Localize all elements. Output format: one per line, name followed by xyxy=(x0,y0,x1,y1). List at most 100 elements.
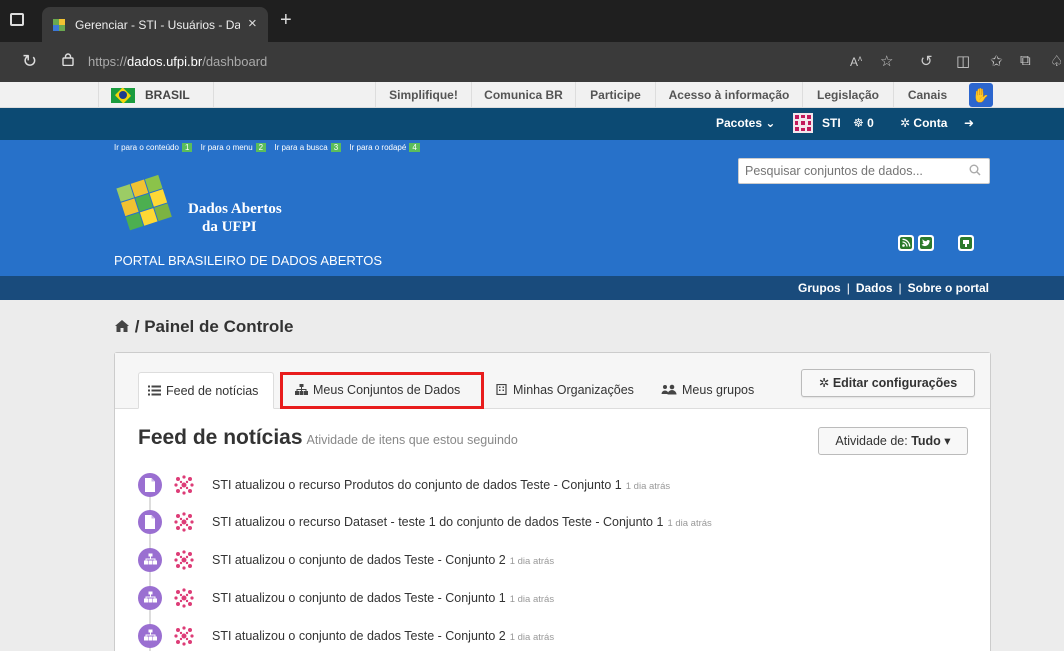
gear-icon: ✲ xyxy=(818,376,830,390)
nav-separator: | xyxy=(898,281,902,295)
feed-item-bubble xyxy=(138,548,162,572)
gov-link-canais[interactable]: Canais xyxy=(893,82,961,108)
nav-separator: | xyxy=(846,281,850,295)
followers-count-value: 0 xyxy=(867,116,874,130)
feed-heading-title: Feed de notícias xyxy=(138,426,303,449)
edit-settings-button[interactable]: ✲ Editar configurações xyxy=(801,369,975,397)
address-bar: ↻ https://dados.ufpi.br/dashboard Aᴧ ☆ ↺… xyxy=(0,42,1064,82)
activity-filter-dropdown[interactable]: Atividade de: Tudo ▾ xyxy=(818,427,968,455)
accessibility-icon[interactable]: ✋ xyxy=(969,83,993,107)
logout-icon[interactable]: ➜ xyxy=(964,116,974,130)
feed-item-text[interactable]: STI atualizou o recurso Dataset - teste … xyxy=(212,515,712,529)
gov-link-participe[interactable]: Participe xyxy=(575,82,655,108)
gov-brasil-label: BRASIL xyxy=(145,88,190,102)
home-icon[interactable] xyxy=(114,319,130,333)
feed-item-bubble xyxy=(138,510,162,534)
search-box xyxy=(738,158,990,184)
skip-link-conteudo[interactable]: Ir para o conteúdo 1 xyxy=(114,143,198,152)
window-menu-icon[interactable] xyxy=(10,13,24,26)
feed-item-text[interactable]: STI atualizou o recurso Produtos do conj… xyxy=(212,478,670,492)
user-avatar[interactable] xyxy=(173,474,195,496)
gov-link-comunica-br[interactable]: Comunica BR xyxy=(471,82,575,108)
followers-count[interactable]: ☸ 0 xyxy=(853,116,874,130)
feed-item-message: STI atualizou o recurso Dataset - teste … xyxy=(212,515,664,529)
new-tab-button[interactable]: + xyxy=(280,9,292,32)
caret-down-icon: ▾ xyxy=(944,434,951,448)
feed-item-message: STI atualizou o recurso Produtos do conj… xyxy=(212,478,622,492)
favorites-icon[interactable]: ✩ xyxy=(990,52,1003,70)
sitemap-icon xyxy=(144,591,157,603)
github-icon[interactable] xyxy=(958,235,974,251)
skip-link-menu-key: 2 xyxy=(255,143,267,152)
logo-text[interactable]: Dados Abertos da UFPI xyxy=(188,200,282,236)
dados-abertos-logo[interactable] xyxy=(112,168,180,236)
sitemap-icon xyxy=(144,553,157,565)
tab-title: Gerenciar - STI - Usuários - Dados xyxy=(75,18,240,32)
feed-item-message: STI atualizou o conjunto de dados Teste … xyxy=(212,591,506,605)
rss-icon[interactable] xyxy=(898,235,914,251)
tab-meus-grupos-label: Meus grupos xyxy=(682,383,755,397)
chevron-down-icon: ⌄ xyxy=(765,116,776,130)
dashboard-tabs-header: Feed de notícias Meus Conjuntos de Dados… xyxy=(115,353,990,409)
search-icon[interactable] xyxy=(969,164,981,176)
site-header: Ir para o conteúdo 1 Ir para o menu 2 Ir p… xyxy=(0,140,1064,276)
feed-item-text[interactable]: STI atualizou o conjunto de dados Teste … xyxy=(212,629,554,643)
url-host: dados.ufpi.br xyxy=(127,54,203,69)
tab-meus-conjuntos[interactable]: Meus Conjuntos de Dados xyxy=(295,372,460,409)
tab-feed-noticias[interactable]: Feed de notícias xyxy=(138,372,274,409)
reload-icon[interactable]: ↻ xyxy=(22,51,37,72)
skip-link-menu-label: Ir para o menu xyxy=(200,143,253,152)
feed-item-text[interactable]: STI atualizou o conjunto de dados Teste … xyxy=(212,553,554,567)
skip-link-rodape[interactable]: Ir para o rodapé 4 xyxy=(349,143,425,152)
refresh-extension-icon[interactable]: ↺ xyxy=(920,52,933,70)
activity-filter-value: Tudo xyxy=(911,434,941,448)
activity-filter-label: Atividade de: xyxy=(835,434,908,448)
url-path: /dashboard xyxy=(202,54,268,69)
gear-icon: ✲ xyxy=(900,116,911,130)
search-input[interactable] xyxy=(739,159,963,183)
split-screen-icon[interactable]: ◫ xyxy=(956,52,970,70)
twitter-icon[interactable] xyxy=(918,235,934,251)
file-icon xyxy=(145,478,155,492)
lock-icon[interactable] xyxy=(62,53,74,66)
nav-link-dados[interactable]: Dados xyxy=(856,281,893,295)
tab-meus-grupos[interactable]: Meus grupos xyxy=(661,372,754,409)
collections-icon[interactable]: ⧉ xyxy=(1020,52,1031,69)
feed-item-bubble xyxy=(138,586,162,610)
user-avatar[interactable] xyxy=(793,113,813,133)
breadcrumb-separator: / xyxy=(134,317,140,336)
skip-link-busca-label: Ir para a busca xyxy=(274,143,328,152)
user-avatar[interactable] xyxy=(173,625,195,647)
user-avatar[interactable] xyxy=(173,587,195,609)
pacotes-menu[interactable]: Pacotes ⌄ xyxy=(716,116,775,130)
gov-link-legislacao[interactable]: Legislação xyxy=(802,82,893,108)
tab-minhas-organizacoes[interactable]: Minhas Organizações xyxy=(495,372,634,409)
skip-link-rodape-key: 4 xyxy=(409,143,420,152)
user-avatar[interactable] xyxy=(173,549,195,571)
account-username[interactable]: STI xyxy=(822,116,841,130)
gov-brasil-link[interactable]: BRASIL xyxy=(98,82,214,108)
tab-meus-conjuntos-label: Meus Conjuntos de Dados xyxy=(313,383,461,397)
user-avatar[interactable] xyxy=(173,511,195,533)
tab-close-icon[interactable]: × xyxy=(248,15,257,32)
extensions-icon[interactable]: ♤ xyxy=(1050,52,1063,70)
skip-link-busca[interactable]: Ir para a busca 3 xyxy=(274,143,347,152)
skip-link-menu[interactable]: Ir para o menu 2 xyxy=(201,143,272,152)
browser-tab[interactable]: Gerenciar - STI - Usuários - Dados × xyxy=(42,7,268,42)
tab-feed-noticias-label: Feed de notícias xyxy=(166,384,259,398)
feed-item-message: STI atualizou o conjunto de dados Teste … xyxy=(212,553,506,567)
account-settings-link[interactable]: ✲ Conta xyxy=(900,116,947,130)
gov-link-acesso-informacao[interactable]: Acesso à informação xyxy=(655,82,802,108)
nav-link-sobre-portal[interactable]: Sobre o portal xyxy=(908,281,989,295)
main-content: / Painel de Controle Feed de notícias Me… xyxy=(0,300,1064,651)
page-title[interactable]: Painel de Controle xyxy=(144,317,293,336)
feed-item-time: 1 dia atrás xyxy=(667,518,712,529)
nav-link-grupos[interactable]: Grupos xyxy=(798,281,841,295)
gov-link-simplifique[interactable]: Simplifique! xyxy=(375,82,471,108)
feed-item-text[interactable]: STI atualizou o conjunto de dados Teste … xyxy=(212,591,554,605)
feed-item-time: 1 dia atrás xyxy=(625,481,671,492)
read-aloud-icon[interactable]: Aᴧ xyxy=(850,54,862,69)
url-field[interactable]: https://dados.ufpi.br/dashboard xyxy=(88,54,267,69)
favorite-star-icon[interactable]: ☆ xyxy=(880,52,893,70)
sitemap-icon xyxy=(295,384,308,395)
